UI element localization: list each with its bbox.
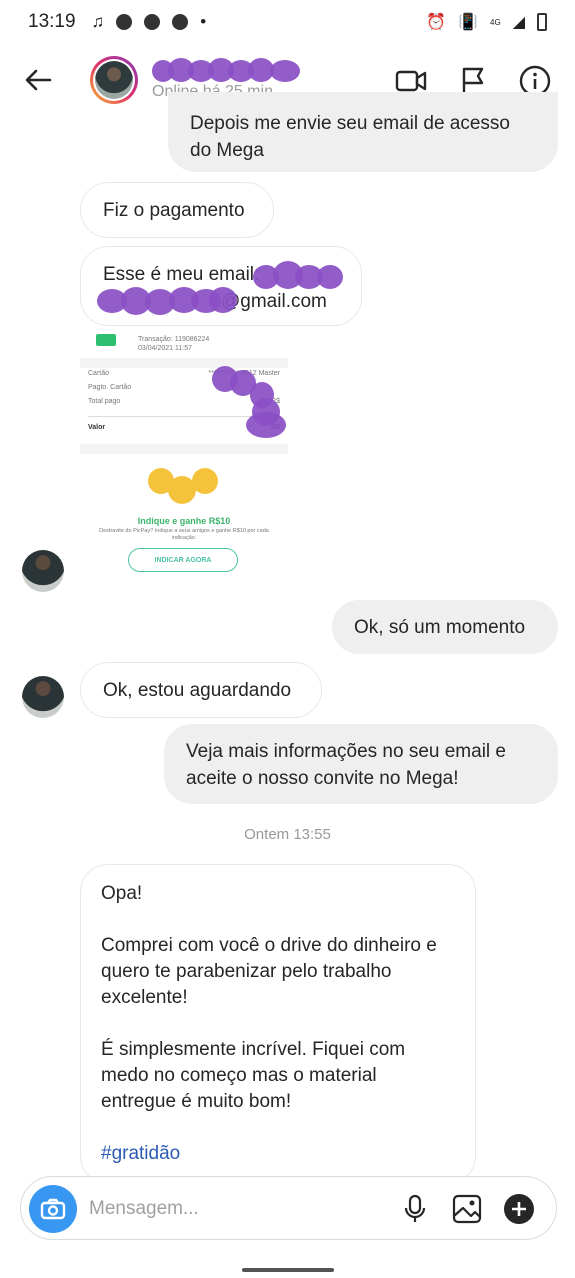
receipt-date: 03/04/2021 11:57 (138, 345, 192, 352)
receipt-label: Cartão (88, 370, 110, 377)
music-icon: ♫ (91, 12, 105, 31)
message-composer (20, 1176, 557, 1240)
message-received[interactable]: Ok, estou aguardando (80, 662, 322, 718)
network-label: 4G (490, 17, 501, 27)
messenger-icon (172, 14, 189, 30)
picpay-logo (96, 334, 116, 346)
sender-avatar[interactable] (22, 676, 64, 718)
messenger-icon (116, 14, 133, 30)
message-received-email[interactable]: Esse é meu email: @gmail.com (80, 246, 362, 326)
camera-button[interactable] (29, 1185, 77, 1233)
status-bar: 13:19 ♫ • ⏰ 📳 4G ◢ (0, 0, 575, 44)
emoji-icon (192, 468, 218, 494)
message-text: Depois me envie seu email de acesso do M… (190, 113, 511, 161)
dot-icon: • (200, 12, 207, 31)
message-paragraph: É simplesmente incrível. Fiquei com medo… (101, 1039, 406, 1112)
alarm-icon: ⏰ (426, 14, 447, 31)
sender-avatar[interactable] (22, 550, 64, 592)
messenger-icon (144, 14, 161, 30)
message-paragraph: Comprei com você o drive do dinheiro e q… (101, 935, 437, 1008)
message-text: Veja mais informações no seu email e ace… (186, 741, 506, 789)
message-paragraph: Opa! (101, 883, 143, 904)
contact-name-redacted[interactable] (152, 58, 302, 82)
receipt-label: Total pago (88, 398, 121, 405)
message-sent[interactable]: Depois me envie seu email de acesso do M… (168, 92, 558, 172)
gallery-icon[interactable] (451, 1193, 483, 1225)
message-sent[interactable]: Veja mais informações no seu email e ace… (164, 724, 558, 804)
message-text: Ok, só um momento (354, 617, 526, 638)
vibrate-icon: 📳 (458, 14, 479, 31)
signal-icon: ◢ (512, 14, 525, 31)
receipt-label: Valor (88, 424, 106, 431)
indicar-agora-button[interactable]: INDICAR AGORA (128, 548, 238, 572)
message-text: Ok, estou aguardando (103, 680, 292, 701)
status-time: 13:19 (28, 11, 76, 32)
promo-title: Indique e ganhe R$10 (137, 516, 231, 526)
receipt-transaction: Transação: 119086224 (138, 336, 210, 343)
hashtag-link[interactable]: #gratidão (101, 1141, 455, 1167)
receipt-image[interactable]: Transação: 119086224 03/04/2021 11:57 Ca… (80, 326, 288, 592)
message-received-long[interactable]: Opa! Comprei com você o drive do dinheir… (80, 864, 476, 1184)
receipt-label: Pagto. Cartão (88, 384, 132, 391)
promo-text: Destravite do PicPay? Indique a seus ami… (99, 528, 269, 541)
battery-icon (537, 13, 547, 31)
contact-avatar[interactable] (90, 56, 138, 104)
add-icon[interactable] (503, 1193, 535, 1225)
back-arrow-icon[interactable] (20, 62, 56, 98)
message-sent[interactable]: Ok, só um momento (332, 600, 558, 654)
message-timestamp: Ontem 13:55 (244, 826, 331, 843)
message-input[interactable] (89, 1195, 369, 1223)
message-text: Fiz o pagamento (103, 200, 245, 221)
message-received[interactable]: Fiz o pagamento (80, 182, 274, 238)
gesture-nav-bar[interactable] (242, 1268, 334, 1272)
camera-icon (40, 1198, 66, 1220)
message-text: Esse é meu email: (103, 264, 260, 285)
microphone-icon[interactable] (399, 1193, 431, 1225)
